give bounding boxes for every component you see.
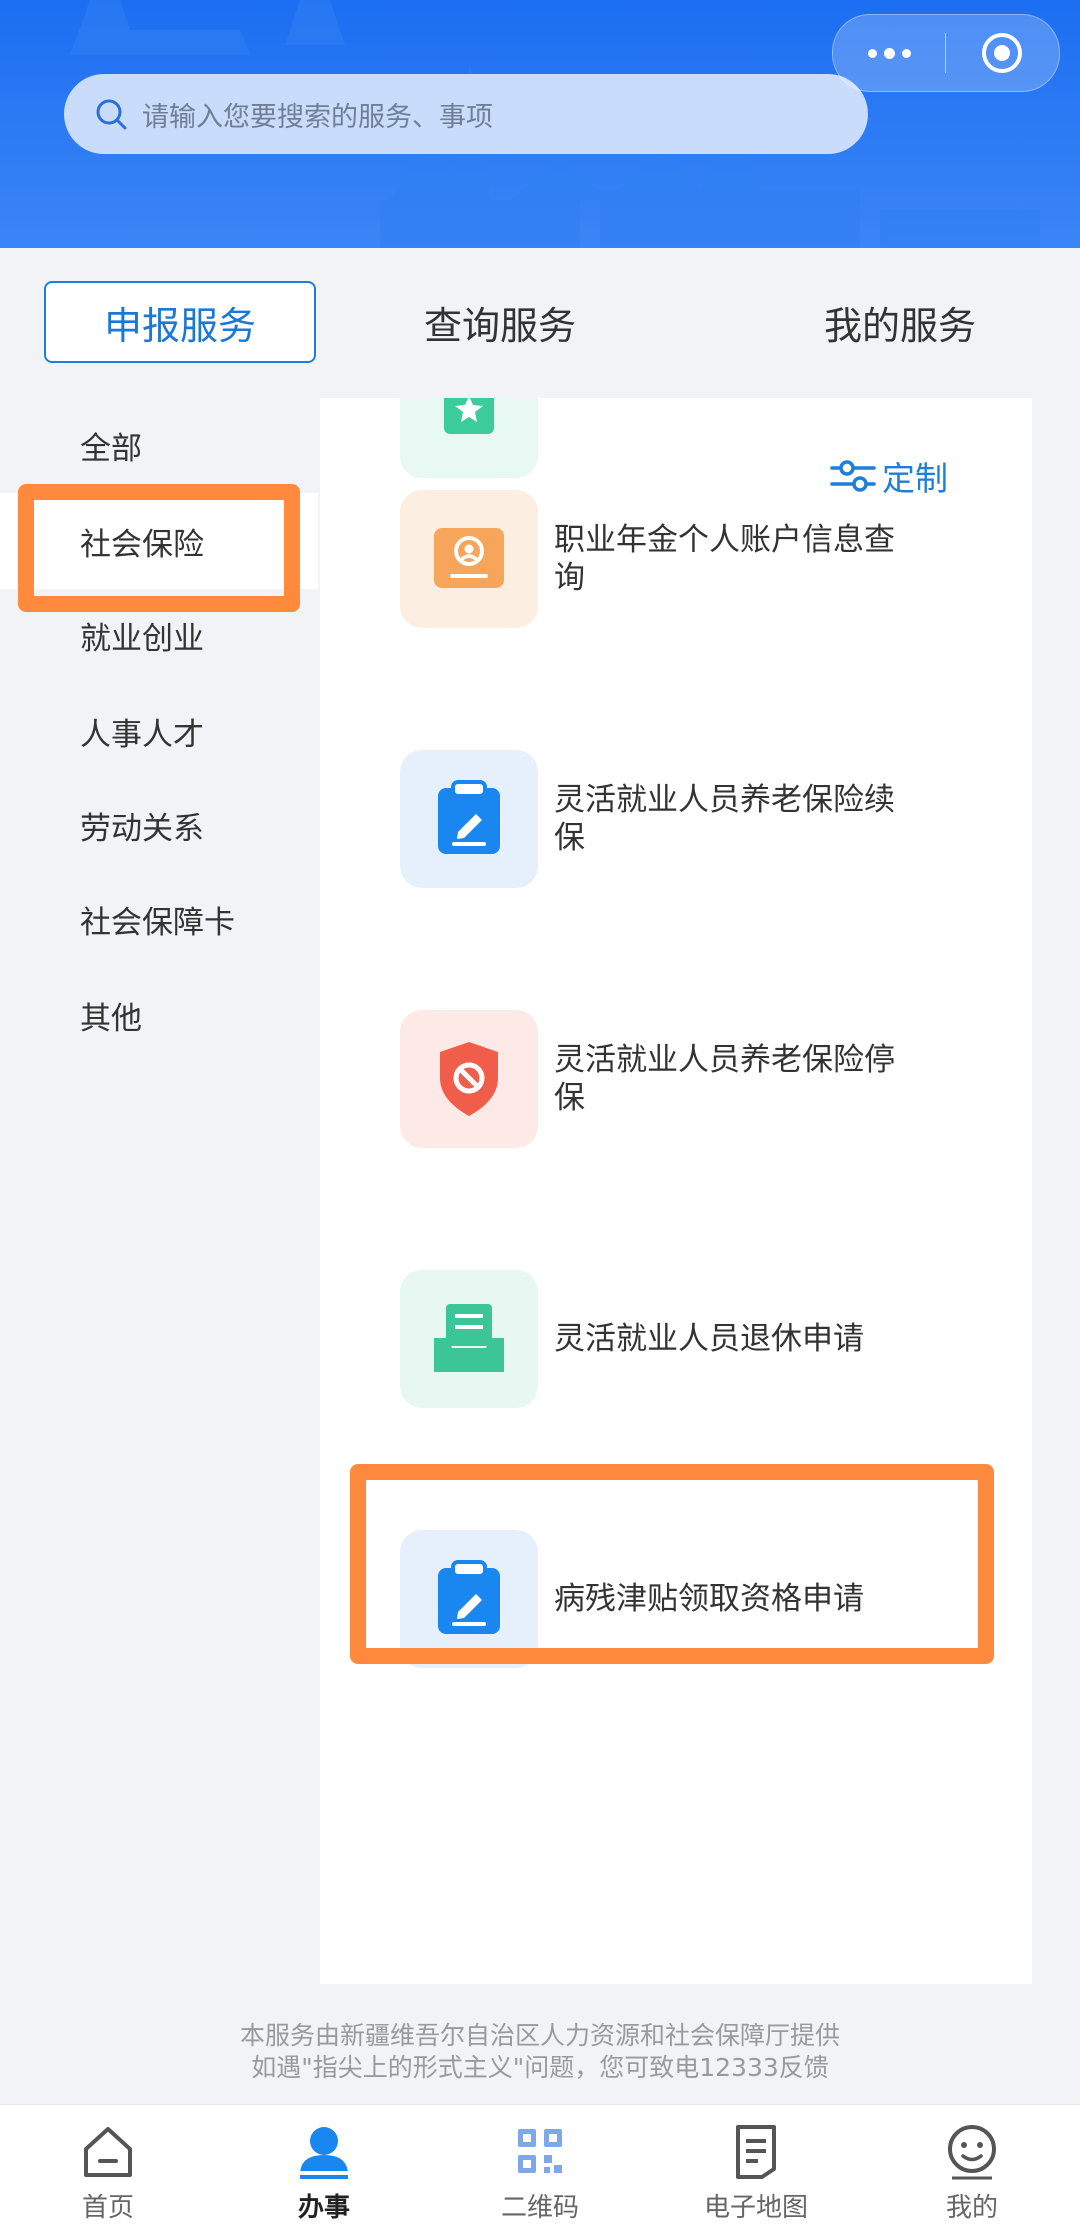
service-label: 灵活就业人员退休申请 [554, 1321, 864, 1357]
tab-query-services[interactable]: 查询服务 [364, 281, 636, 363]
service-item-annuity-query[interactable]: 职业年金个人账户信息查询 [400, 490, 1000, 628]
service-label: 灵活就业人员养老保险续保 [554, 782, 895, 856]
search-bar[interactable]: 请输入您要搜索的服务、事项 [64, 74, 868, 154]
footer-line-feedback: 如遇"指尖上的形式主义"问题，您可致电12333反馈 [251, 2053, 829, 2082]
close-miniprogram-icon[interactable] [946, 30, 1058, 76]
qr-code-icon [518, 2129, 562, 2173]
tabbar-mine[interactable]: 我的 [864, 2105, 1080, 2235]
home-icon [84, 2127, 132, 2177]
category-label: 全部 [80, 430, 142, 467]
clipboard-edit-icon [400, 750, 538, 888]
tabbar-label: 办事 [297, 2193, 350, 2223]
category-label: 人事人才 [80, 716, 204, 753]
tabbar-label: 我的 [945, 2193, 998, 2223]
tab-my-services[interactable]: 我的服务 [764, 281, 1036, 363]
category-label: 社会保障卡 [80, 904, 235, 941]
service-label: 职业年金个人账户信息查询 [554, 522, 895, 596]
service-item-pension-renew[interactable]: 灵活就业人员养老保险续保 [400, 750, 1000, 888]
category-personnel[interactable]: 人事人才 [0, 683, 318, 779]
footer-note: 本服务由新疆维吾尔自治区人力资源和社会保障厅提供 如遇"指尖上的形式主义"问题，… [0, 2020, 1080, 2084]
tab-label: 申报服务 [103, 303, 256, 348]
clipboard-edit-icon [400, 1530, 538, 1668]
inbox-document-icon [400, 1270, 538, 1408]
service-item-partial[interactable] [400, 398, 1000, 478]
id-card-icon [400, 490, 538, 628]
header: 请输入您要搜索的服务、事项 [0, 0, 1080, 248]
tabbar-label: 电子地图 [703, 2193, 808, 2223]
service-label: 病残津贴领取资格申请 [554, 1581, 864, 1617]
category-labor-relations[interactable]: 劳动关系 [0, 777, 318, 873]
miniprogram-capsule [832, 14, 1060, 92]
category-employment[interactable]: 就业创业 [0, 587, 318, 683]
tabbar-services[interactable]: 办事 [216, 2105, 432, 2235]
service-item-disability-allowance[interactable]: 病残津贴领取资格申请 [400, 1530, 1000, 1668]
bottom-tabbar: 首页 办事 二维码 电子地图 我的 [0, 2104, 1080, 2235]
category-label: 就业创业 [80, 620, 204, 657]
category-label: 劳动关系 [80, 810, 204, 847]
service-item-pension-stop[interactable]: 灵活就业人员养老保险停保 [400, 1010, 1000, 1148]
smile-face-icon [948, 2125, 996, 2180]
category-social-security-card[interactable]: 社会保障卡 [0, 871, 318, 967]
search-placeholder: 请输入您要搜索的服务、事项 [142, 101, 493, 133]
service-item-retirement-apply[interactable]: 灵活就业人员退休申请 [400, 1270, 1000, 1408]
service-label: 灵活就业人员养老保险停保 [554, 1042, 895, 1116]
person-icon [300, 2127, 348, 2179]
badge-icon [400, 398, 538, 478]
tab-declaration-services[interactable]: 申报服务 [44, 281, 316, 363]
category-other[interactable]: 其他 [0, 967, 318, 1063]
tabbar-qr-code[interactable]: 二维码 [432, 2105, 648, 2235]
category-social-insurance[interactable]: 社会保险 [0, 493, 318, 589]
tab-label: 我的服务 [823, 303, 976, 348]
tabbar-home[interactable]: 首页 [0, 2105, 216, 2235]
service-panel: 定制 职业年金个人账户信息查询 灵活就业人员养老保险续保 灵活就业人员养老保险停… [320, 398, 1032, 1984]
category-label: 其他 [80, 1000, 142, 1037]
category-all[interactable]: 全部 [0, 397, 318, 493]
map-document-icon [736, 2125, 776, 2179]
category-label: 社会保险 [80, 526, 204, 563]
footer-line-provider: 本服务由新疆维吾尔自治区人力资源和社会保障厅提供 [239, 2021, 840, 2050]
tab-label: 查询服务 [423, 303, 576, 348]
shield-ban-icon [400, 1010, 538, 1148]
more-options-icon[interactable] [833, 47, 945, 59]
tabbar-label: 首页 [81, 2193, 134, 2223]
tabbar-map[interactable]: 电子地图 [648, 2105, 864, 2235]
tabbar-label: 二维码 [500, 2193, 579, 2223]
search-icon [96, 99, 127, 130]
